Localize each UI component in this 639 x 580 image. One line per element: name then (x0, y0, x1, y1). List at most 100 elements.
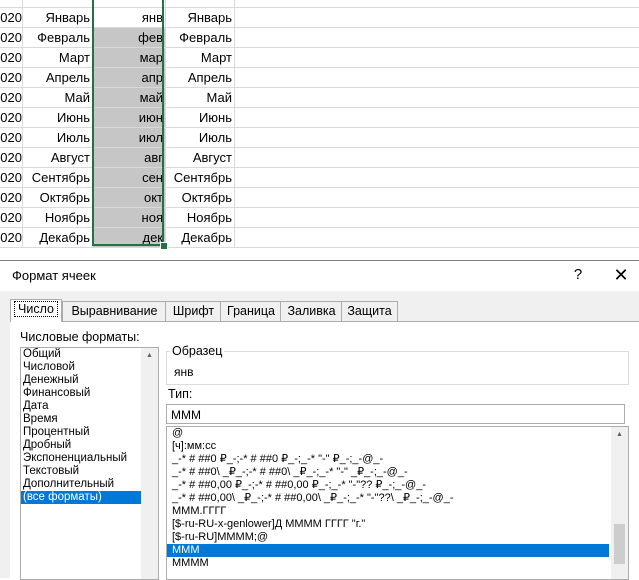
cell-month-name[interactable]: Апрель (23, 68, 93, 88)
dialog-titlebar[interactable]: Формат ячеек ? ✕ (0, 261, 639, 291)
cell-empty[interactable] (235, 68, 639, 88)
cell-month-name[interactable]: Февраль (23, 28, 93, 48)
cell-empty[interactable] (235, 28, 639, 48)
cell-year[interactable]: 020 (0, 228, 23, 248)
cell-month-short[interactable]: янв (93, 8, 166, 28)
spreadsheet-grid[interactable]: 020 Январь янв Январь 020 Февраль фев Февраль 02… (0, 0, 639, 262)
cell-empty[interactable] (166, 0, 235, 8)
category-item[interactable]: Процентный (21, 426, 158, 439)
cell-empty[interactable] (235, 128, 639, 148)
cell-empty[interactable] (235, 8, 639, 28)
cell-month-full[interactable]: Декабрь (166, 228, 235, 248)
format-code-item[interactable]: [$-ru-RU-x-genlower]Д ММММ ГГГГ "г." (167, 518, 609, 531)
format-code-item[interactable]: МММ.ГГГГ (167, 505, 609, 518)
format-code-item[interactable]: _-* # ##0\ _₽_-;-* # ##0\ _₽_-;_-* "-" _… (167, 466, 609, 479)
format-code-item[interactable]: [$-ru-RU]ММММ;@ (167, 531, 609, 544)
cell-month-short[interactable]: авг (93, 148, 166, 168)
format-code-item[interactable]: _-* # ##0,00\ _₽_-;-* # ##0,00\ _₽_-;_-*… (167, 492, 609, 505)
cell-month-short[interactable]: мар (93, 48, 166, 68)
tab-fill[interactable]: Заливка (280, 301, 343, 321)
cell-empty[interactable] (235, 48, 639, 68)
category-scrollbar[interactable]: ▲ (141, 348, 158, 579)
cell-month-short[interactable]: дек (93, 228, 166, 248)
category-item[interactable]: Дробный (21, 439, 158, 452)
cell-year[interactable]: 020 (0, 28, 23, 48)
format-code-item[interactable]: МММ (167, 544, 609, 557)
cell-month-short[interactable]: окт (93, 188, 166, 208)
cell-empty[interactable] (235, 168, 639, 188)
cell-month-full[interactable]: Ноябрь (166, 208, 235, 228)
cell-month-name[interactable]: Июнь (23, 108, 93, 128)
cell-empty[interactable] (93, 0, 166, 8)
category-item[interactable]: Дата (21, 400, 158, 413)
cell-year[interactable]: 020 (0, 128, 23, 148)
tab-number[interactable]: Число (10, 299, 62, 322)
tab-border[interactable]: Граница (220, 301, 282, 321)
cell-month-short[interactable]: фев (93, 28, 166, 48)
category-item[interactable]: Числовой (21, 361, 158, 374)
category-list[interactable]: Общий Числовой Денежный Финансовый Дата Время… (20, 347, 159, 580)
cell-year[interactable]: 020 (0, 108, 23, 128)
cell-empty[interactable] (235, 108, 639, 128)
cell-month-full[interactable]: Май (166, 88, 235, 108)
cell-month-name[interactable]: Январь (23, 8, 93, 28)
format-code-item[interactable]: @ (167, 427, 609, 440)
cell-month-full[interactable]: Февраль (166, 28, 235, 48)
cell-month-name[interactable]: Октябрь (23, 188, 93, 208)
cell-month-short[interactable]: сен (93, 168, 166, 188)
category-item[interactable]: Финансовый (21, 387, 158, 400)
format-code-item[interactable]: ММММ (167, 557, 609, 570)
cell-year[interactable]: 020 (0, 48, 23, 68)
cell-month-full[interactable]: Март (166, 48, 235, 68)
category-item[interactable]: Дополнительный (21, 478, 158, 491)
cell-month-short[interactable]: июл (93, 128, 166, 148)
cell-month-name[interactable]: Сентябрь (23, 168, 93, 188)
cell-month-full[interactable]: Октябрь (166, 188, 235, 208)
cell-month-name[interactable]: Август (23, 148, 93, 168)
cell-month-name[interactable]: Декабрь (23, 228, 93, 248)
cell-empty[interactable] (0, 0, 23, 8)
help-button[interactable]: ? (568, 265, 588, 285)
format-code-item[interactable]: _-* # ##0 ₽_-;-* # ##0 ₽_-;_-* "-" ₽_-;_… (167, 453, 609, 466)
category-item[interactable]: Общий (21, 348, 158, 361)
cell-month-full[interactable]: Апрель (166, 68, 235, 88)
cell-empty[interactable] (235, 148, 639, 168)
cell-empty[interactable] (235, 188, 639, 208)
cell-month-name[interactable]: Июль (23, 128, 93, 148)
category-item[interactable]: Время (21, 413, 158, 426)
cell-empty[interactable] (235, 208, 639, 228)
scroll-up-icon[interactable]: ▲ (611, 427, 628, 443)
format-code-list[interactable]: @ [ч]:мм:сс _-* # ##0 ₽_-;-* # ##0 ₽_-;_-*… (166, 426, 629, 580)
category-item[interactable]: Текстовый (21, 465, 158, 478)
cell-empty[interactable] (235, 0, 639, 8)
fill-handle[interactable] (160, 242, 168, 250)
category-item[interactable]: (все форматы) (21, 491, 158, 504)
cell-month-name[interactable]: Март (23, 48, 93, 68)
format-code-item[interactable]: [ч]:мм:сс (167, 440, 609, 453)
cell-month-short[interactable]: июн (93, 108, 166, 128)
format-code-item[interactable]: _-* # ##0,00 ₽_-;-* # ##0,00 ₽_-;_-* "-"… (167, 479, 609, 492)
cell-month-name[interactable]: Май (23, 88, 93, 108)
scrollbar-thumb[interactable] (614, 524, 625, 564)
tab-alignment[interactable]: Выравнивание (62, 301, 167, 321)
cell-month-short[interactable]: апр (93, 68, 166, 88)
tab-font[interactable]: Шрифт (165, 301, 222, 321)
tab-protection[interactable]: Защита (341, 301, 398, 321)
cell-year[interactable]: 020 (0, 148, 23, 168)
cell-year[interactable]: 020 (0, 88, 23, 108)
cell-year[interactable]: 020 (0, 68, 23, 88)
cell-year[interactable]: 020 (0, 208, 23, 228)
cell-month-full[interactable]: Январь (166, 8, 235, 28)
cell-empty[interactable] (23, 0, 93, 8)
category-item[interactable]: Экспоненциальный (21, 452, 158, 465)
cell-empty[interactable] (235, 228, 639, 248)
cell-month-full[interactable]: Июнь (166, 108, 235, 128)
cell-month-full[interactable]: Сентябрь (166, 168, 235, 188)
cell-month-name[interactable]: Ноябрь (23, 208, 93, 228)
cell-year[interactable]: 020 (0, 168, 23, 188)
cell-month-full[interactable]: Июль (166, 128, 235, 148)
cell-year[interactable]: 020 (0, 8, 23, 28)
cell-empty[interactable] (235, 88, 639, 108)
scroll-up-icon[interactable]: ▲ (141, 348, 158, 364)
cell-month-short[interactable]: май (93, 88, 166, 108)
